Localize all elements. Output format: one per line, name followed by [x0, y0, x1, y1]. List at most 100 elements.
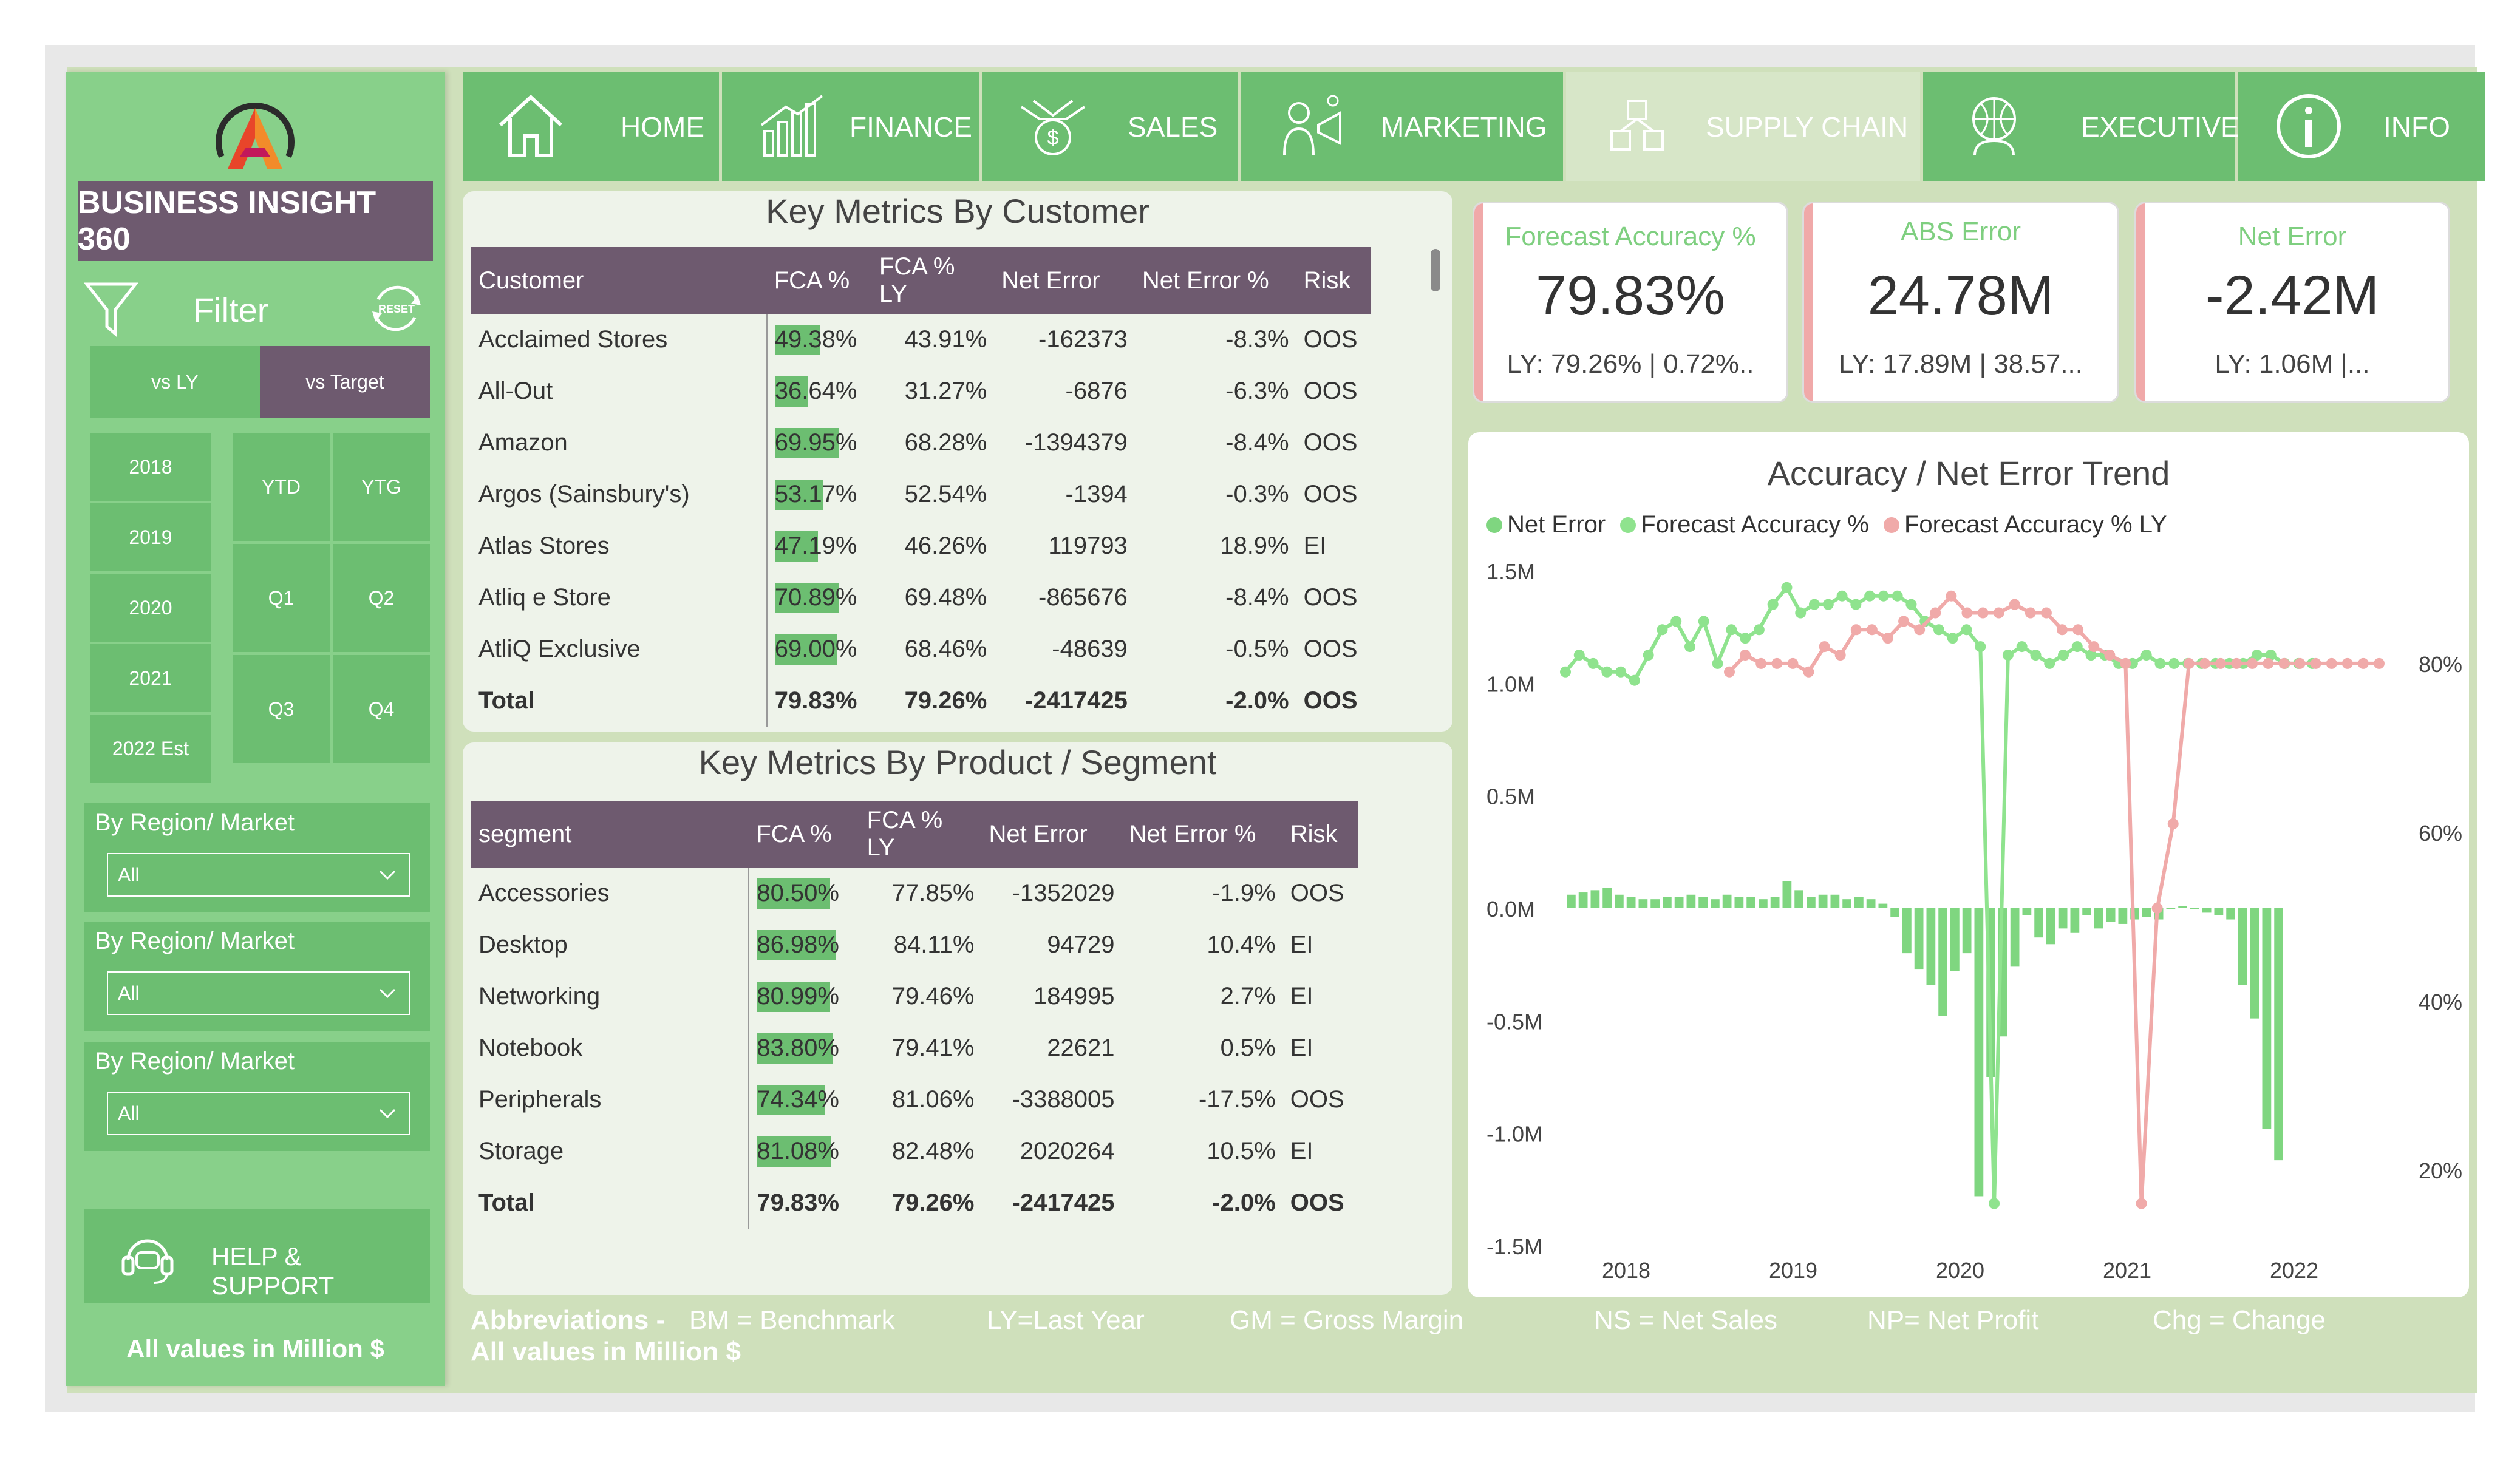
table-row[interactable]: Notebook 83.80% 79.41% 22621 0.5% EI	[471, 1022, 1358, 1074]
forecast-accuracy-point	[1753, 624, 1765, 636]
q1-button[interactable]: Q1	[233, 544, 330, 652]
cell-fca: 80.99%	[749, 971, 859, 1022]
help-support-button[interactable]: HELP & SUPPORT	[84, 1209, 430, 1303]
col-risk[interactable]: Risk	[1296, 247, 1371, 314]
q2-button[interactable]: Q2	[333, 544, 430, 652]
table-row[interactable]: Argos (Sainsbury's) 53.17% 52.54% -1394 -0.3…	[471, 469, 1371, 520]
table-row[interactable]: Networking 80.99% 79.46% 184995 2.7% EI	[471, 971, 1358, 1022]
year-2022-est-button[interactable]: 2022 Est	[90, 715, 211, 783]
year-2020-button[interactable]: 2020	[90, 574, 211, 642]
q4-button[interactable]: Q4	[333, 655, 430, 763]
forecast-accuracy-point	[1726, 624, 1737, 636]
cell-fca: 69.00%	[767, 623, 872, 675]
marketing-icon	[1283, 95, 1341, 156]
accuracy-trend-chart: Accuracy / Net Error Trend Net Error For…	[1468, 432, 2469, 1297]
cell-fca: 83.80%	[749, 1022, 859, 1074]
table-row[interactable]: AtliQ Exclusive 69.00% 68.46% -48639 -0.5% OO…	[471, 623, 1371, 675]
kpi-abs-error[interactable]: ABS Error 24.78M LY: 17.89M | 38.57...	[1802, 202, 2119, 403]
table-row[interactable]: Atlas Stores 47.19% 46.26% 119793 18.9% EI	[471, 520, 1371, 572]
col-customer[interactable]: Customer	[471, 247, 767, 314]
table-header-row: segment FCA % FCA % LY Net Error Net Err…	[471, 801, 1358, 868]
table-row[interactable]: Accessories 80.50% 77.85% -1352029 -1.9% OOS	[471, 868, 1358, 919]
forecast-accuracy-point	[2168, 657, 2180, 669]
year-2019-button[interactable]: 2019	[90, 503, 211, 571]
year-2018-button[interactable]: 2018	[90, 433, 211, 501]
cell-net-error-pct: -8.3%	[1225, 326, 1289, 353]
cell-fca-ly: 84.11%	[893, 931, 975, 958]
col-net-error[interactable]: Net Error	[981, 801, 1122, 868]
forecast-accuracy-ly-point	[1834, 650, 1846, 661]
kpi-forecast-accuracy[interactable]: Forecast Accuracy % 79.83% LY: 79.26% | …	[1473, 202, 1788, 403]
nav-executive[interactable]: EXECUTIVE	[1923, 72, 2239, 181]
fca-value: 47.19%	[774, 532, 857, 559]
fca-value: 49.38%	[774, 326, 857, 353]
year-2021-button[interactable]: 2021	[90, 644, 211, 712]
cell-net-error-pct: 0.5%	[1220, 1034, 1276, 1061]
y-left-tick-label: -1.5M	[1486, 1234, 1542, 1259]
cell-net-error: 119793	[1048, 532, 1128, 559]
col-net-error-pct[interactable]: Net Error %	[1134, 247, 1296, 314]
col-fca[interactable]: FCA %	[749, 801, 860, 868]
nav-supply-chain[interactable]: SUPPLY CHAIN	[1566, 72, 1923, 181]
nav-home[interactable]: HOME	[463, 72, 722, 181]
net-error-bar	[1722, 894, 1732, 908]
region-dropdown-1[interactable]: All	[107, 853, 410, 897]
nav-sales[interactable]: $ SALES	[982, 72, 1241, 181]
table-row[interactable]: Peripherals 74.34% 81.06% -3388005 -17.5% OOS	[471, 1074, 1358, 1126]
col-fca-ly[interactable]: FCA % LY	[871, 247, 995, 314]
reset-icon[interactable]: RESET	[366, 278, 427, 339]
scrollbar[interactable]	[1428, 249, 1443, 291]
col-net-error-pct[interactable]: Net Error %	[1122, 801, 1283, 868]
net-error-bar	[1638, 899, 1648, 908]
col-risk[interactable]: Risk	[1282, 801, 1358, 868]
year-slicer: 2018 2019 2020 2021 2022 Est	[90, 433, 211, 785]
forecast-accuracy-ly-point	[2072, 624, 2084, 636]
nav-finance[interactable]: FINANCE	[722, 72, 982, 181]
forecast-accuracy-ly-point	[1946, 590, 1957, 602]
chevron-down-icon	[379, 988, 396, 999]
forecast-accuracy-point	[1643, 650, 1654, 661]
kpi-net-error[interactable]: Net Error -2.42M LY: 1.06M |...	[2134, 202, 2450, 403]
net-error-bar	[1746, 897, 1755, 908]
forecast-accuracy-ly-point	[1898, 616, 1910, 627]
col-segment[interactable]: segment	[471, 801, 749, 868]
forecast-accuracy-point	[2140, 650, 2152, 661]
cell-risk: OOS	[1303, 636, 1358, 662]
table-row[interactable]: Atliq e Store 70.89% 69.48% -865676 -8.4% OOS	[471, 572, 1371, 623]
col-fca-ly[interactable]: FCA % LY	[859, 801, 982, 868]
forecast-accuracy-ly-point	[2247, 657, 2258, 669]
vs-target-button[interactable]: vs Target	[260, 346, 430, 418]
nav-info[interactable]: INFO	[2238, 72, 2485, 181]
brand-title: BUSINESS INSIGHT 360	[78, 181, 433, 261]
cell-fca-ly: 79.46%	[891, 983, 975, 1010]
cell-net-error-pct: -6.3%	[1225, 378, 1289, 404]
cell-fca: 70.89%	[767, 572, 872, 623]
cell-name: Total	[471, 1177, 750, 1229]
net-error-bar	[1842, 899, 1851, 908]
table-row[interactable]: Amazon 69.95% 68.28% -1394379 -8.4% OOS	[471, 417, 1371, 469]
table-row[interactable]: Acclaimed Stores 49.38% 43.91% -162373 -8.3%…	[471, 314, 1371, 365]
table-row[interactable]: Storage 81.08% 82.48% 2020264 10.5% EI	[471, 1126, 1358, 1177]
forecast-accuracy-point	[1698, 616, 1709, 627]
forecast-accuracy-point	[2016, 641, 2028, 653]
cell-fca: 80.50%	[749, 868, 859, 919]
vs-ly-button[interactable]: vs LY	[90, 346, 260, 418]
col-fca[interactable]: FCA %	[766, 247, 872, 314]
forecast-accuracy-point	[1670, 616, 1682, 627]
abbr-item: LY=Last Year	[987, 1305, 1145, 1335]
region-dropdown-3[interactable]: All	[107, 1092, 410, 1135]
cell-net-error: -1352029	[1012, 880, 1115, 906]
nav-label: MARKETING	[1381, 111, 1547, 143]
q3-button[interactable]: Q3	[233, 655, 330, 763]
table-row[interactable]: All-Out 36.64% 31.27% -6876 -6.3% OOS	[471, 365, 1371, 417]
region-dropdown-2[interactable]: All	[107, 971, 410, 1015]
region-slicer-3: By Region/ Market All	[84, 1042, 430, 1151]
kpi-subtext: LY: 17.89M | 38.57...	[1839, 349, 2083, 379]
net-error-bar	[2262, 908, 2272, 1129]
forecast-accuracy-ly-point	[1724, 666, 1735, 678]
ytg-button[interactable]: YTG	[333, 433, 430, 541]
nav-marketing[interactable]: MARKETING	[1241, 72, 1566, 181]
table-row[interactable]: Desktop 86.98% 84.11% 94729 10.4% EI	[471, 919, 1358, 971]
ytd-button[interactable]: YTD	[233, 433, 330, 541]
col-net-error[interactable]: Net Error	[994, 247, 1135, 314]
